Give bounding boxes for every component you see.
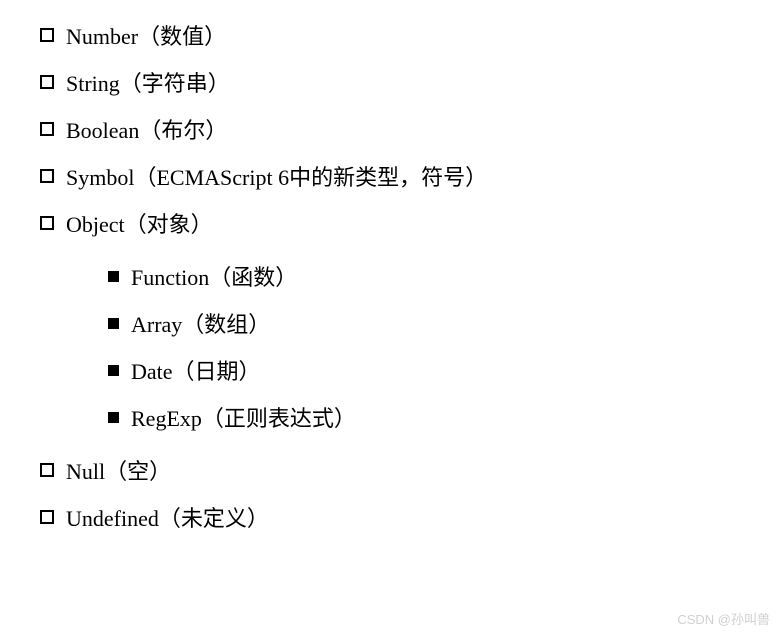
list-item: Function（函数） xyxy=(108,261,742,294)
list-item: RegExp（正则表达式） xyxy=(108,402,742,435)
list-item: Object（对象） xyxy=(40,208,742,241)
square-bullet-icon xyxy=(40,216,54,230)
list-item: Array（数组） xyxy=(108,308,742,341)
list-item: Date（日期） xyxy=(108,355,742,388)
list-item: String（字符串） xyxy=(40,67,742,100)
filled-square-bullet-icon xyxy=(108,365,119,376)
item-text: Function（函数） xyxy=(131,261,297,294)
item-text: Number（数值） xyxy=(66,20,226,53)
type-list: Number（数值） String（字符串） Boolean（布尔） Symbo… xyxy=(40,20,742,535)
list-item: Number（数值） xyxy=(40,20,742,53)
filled-square-bullet-icon xyxy=(108,271,119,282)
list-item: Symbol（ECMAScript 6中的新类型，符号） xyxy=(40,161,742,194)
square-bullet-icon xyxy=(40,28,54,42)
item-text: Date（日期） xyxy=(131,355,261,388)
item-text: Symbol（ECMAScript 6中的新类型，符号） xyxy=(66,161,487,194)
filled-square-bullet-icon xyxy=(108,412,119,423)
item-text: Object（对象） xyxy=(66,208,213,241)
square-bullet-icon xyxy=(40,463,54,477)
filled-square-bullet-icon xyxy=(108,318,119,329)
square-bullet-icon xyxy=(40,510,54,524)
list-item: Boolean（布尔） xyxy=(40,114,742,147)
square-bullet-icon xyxy=(40,122,54,136)
list-item: Null（空） xyxy=(40,455,742,488)
square-bullet-icon xyxy=(40,75,54,89)
watermark: CSDN @孙叫兽 xyxy=(677,609,770,628)
item-text: Boolean（布尔） xyxy=(66,114,227,147)
object-subtype-list: Function（函数） Array（数组） Date（日期） RegExp（正… xyxy=(108,261,742,435)
item-text: Array（数组） xyxy=(131,308,270,341)
item-text: RegExp（正则表达式） xyxy=(131,402,356,435)
list-item: Undefined（未定义） xyxy=(40,502,742,535)
item-text: Undefined（未定义） xyxy=(66,502,269,535)
item-text: String（字符串） xyxy=(66,67,230,100)
item-text: Null（空） xyxy=(66,455,171,488)
square-bullet-icon xyxy=(40,169,54,183)
